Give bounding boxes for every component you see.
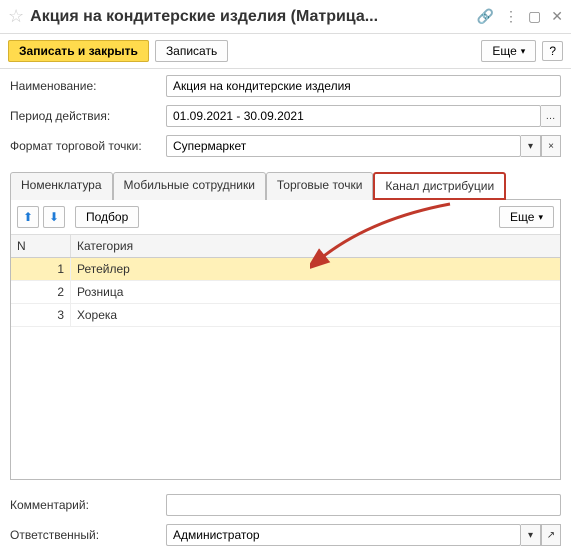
responsible-open-button[interactable]: ↗	[541, 524, 561, 546]
move-up-button[interactable]: ⬆	[17, 206, 39, 228]
distribution-table[interactable]: N Категория 1 Ретейлер 2 Розница 3 Хорек…	[11, 235, 560, 479]
col-header-category[interactable]: Категория	[71, 235, 560, 257]
comment-input[interactable]	[166, 494, 561, 516]
table-row[interactable]: 1 Ретейлер	[11, 258, 560, 281]
save-and-close-button[interactable]: Записать и закрыть	[8, 40, 149, 62]
format-clear-button[interactable]: ×	[541, 135, 561, 157]
responsible-dropdown-button[interactable]: ▾	[521, 524, 541, 546]
move-down-button[interactable]: ⬇	[43, 206, 65, 228]
link-icon[interactable]: 🔗	[477, 8, 494, 25]
comment-label: Комментарий:	[10, 498, 160, 512]
arrow-down-icon: ⬇	[49, 210, 59, 224]
responsible-label: Ответственный:	[10, 528, 160, 542]
tab-nomenclature[interactable]: Номенклатура	[10, 172, 113, 200]
period-label: Период действия:	[10, 109, 160, 123]
table-row[interactable]: 3 Хорека	[11, 304, 560, 327]
period-input[interactable]	[166, 105, 541, 127]
format-label: Формат торговой точки:	[10, 139, 160, 153]
kebab-menu-icon[interactable]: ⋮	[504, 8, 518, 25]
name-label: Наименование:	[10, 79, 160, 93]
chevron-down-icon: ▾	[521, 46, 526, 57]
help-button[interactable]: ?	[542, 41, 563, 61]
name-input[interactable]	[166, 75, 561, 97]
format-dropdown-button[interactable]: ▾	[521, 135, 541, 157]
col-header-n[interactable]: N	[11, 235, 71, 257]
chevron-down-icon: ▾	[538, 212, 543, 223]
format-input[interactable]	[166, 135, 521, 157]
more-button[interactable]: Еще▾	[481, 40, 536, 62]
tab-mobile-employees[interactable]: Мобильные сотрудники	[113, 172, 266, 200]
responsible-input[interactable]	[166, 524, 521, 546]
arrow-up-icon: ⬆	[23, 210, 33, 224]
window-maximize-icon[interactable]: ▢	[528, 8, 541, 25]
tab-trade-points[interactable]: Торговые точки	[266, 172, 374, 200]
tab-distribution-channel[interactable]: Канал дистрибуции	[373, 172, 506, 200]
window-title: Акция на кондитерские изделия (Матрица..…	[30, 8, 470, 26]
favorite-star-icon[interactable]: ☆	[8, 6, 24, 27]
tab-more-button[interactable]: Еще▾	[499, 206, 554, 228]
period-ellipsis-button[interactable]: …	[541, 105, 561, 127]
select-button[interactable]: Подбор	[75, 206, 139, 228]
save-button[interactable]: Записать	[155, 40, 228, 62]
table-row[interactable]: 2 Розница	[11, 281, 560, 304]
window-close-icon[interactable]: ✕	[551, 8, 563, 25]
